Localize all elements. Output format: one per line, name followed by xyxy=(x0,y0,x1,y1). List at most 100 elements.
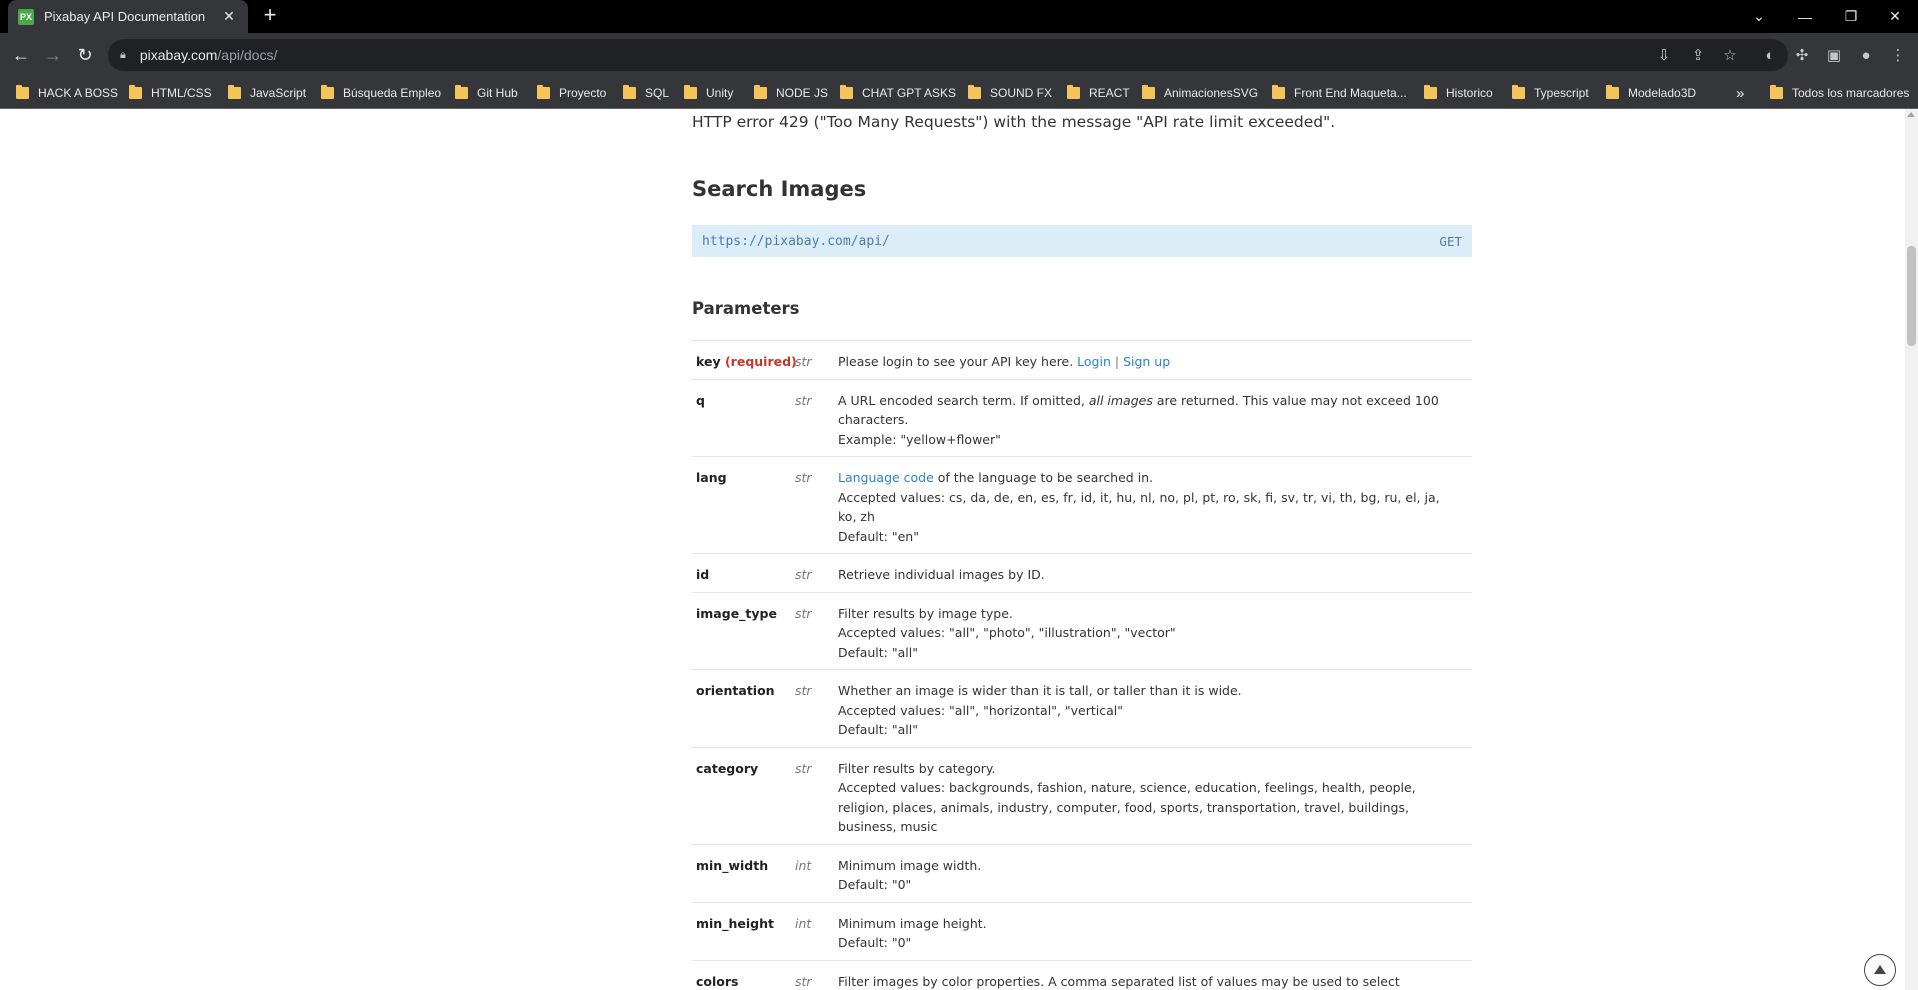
param-type: str xyxy=(795,354,812,369)
param-description: Whether an image is wider than it is tal… xyxy=(838,683,1242,737)
folder-icon xyxy=(968,85,981,99)
bookmarks-overflow-button[interactable]: » xyxy=(1736,83,1744,103)
back-icon[interactable]: ← xyxy=(7,41,35,69)
folder-icon xyxy=(684,85,697,99)
extension-color-icon[interactable]: ◐ xyxy=(1756,41,1784,69)
param-name: category xyxy=(696,760,759,776)
param-description: A URL encoded search term. If omitted, a… xyxy=(838,392,1439,447)
bookmark-star-icon[interactable]: ☆ xyxy=(1716,41,1744,69)
restore-button[interactable]: ❐ xyxy=(1828,0,1874,33)
bookmark-folder[interactable]: HTML/CSS xyxy=(129,83,212,103)
parameters-table: key (required) str Please login to see y… xyxy=(692,340,1472,990)
reload-icon[interactable]: ↻ xyxy=(71,41,99,69)
bookmark-folder[interactable]: Unity xyxy=(684,83,733,103)
folder-icon xyxy=(129,85,142,99)
side-panel-icon[interactable]: ▣ xyxy=(1820,41,1848,69)
table-row: key (required) str Please login to see y… xyxy=(692,341,1472,380)
param-name: image_type xyxy=(696,605,777,621)
bookmark-folder[interactable]: Typescript xyxy=(1512,83,1589,103)
bookmarks-bar: HACK A BOSS HTML/CSS JavaScript Búsqueda… xyxy=(0,77,1918,109)
param-description: Filter results by image type. Accepted v… xyxy=(838,605,1176,660)
param-description: Language code of the language to be sear… xyxy=(838,470,1440,544)
tab-title: Pixabay API Documentation xyxy=(44,9,206,24)
profile-avatar[interactable]: ● xyxy=(1852,41,1880,69)
param-description: Minimum image height. Default: "0" xyxy=(838,915,987,951)
param-name: id xyxy=(696,567,710,582)
folder-icon xyxy=(16,85,29,99)
bookmark-folder[interactable]: REACT xyxy=(1067,83,1130,103)
table-row: colors str Filter images by color proper… xyxy=(692,961,1472,990)
tab-search-icon[interactable]: ⌄ xyxy=(1736,0,1782,33)
bookmark-folder[interactable]: Búsqueda Empleo xyxy=(321,83,441,103)
arrow-up-icon xyxy=(1874,964,1886,974)
folder-icon xyxy=(623,85,636,99)
address-bar[interactable]: 🔒︎ pixabay.com/api/docs/ xyxy=(108,39,1788,71)
lock-icon[interactable]: 🔒︎ xyxy=(120,49,126,62)
tab-strip: PX Pixabay API Documentation ✕ + ⌄ — ❐ ✕ xyxy=(0,0,1918,33)
folder-icon xyxy=(455,85,468,99)
table-row: image_type str Filter results by image t… xyxy=(692,593,1472,670)
bookmark-folder[interactable]: Historico xyxy=(1424,83,1493,103)
folder-icon xyxy=(754,85,767,99)
table-row: min_height int Minimum image height. Def… xyxy=(692,903,1472,961)
folder-icon xyxy=(537,85,550,99)
endpoint-method: GET xyxy=(1439,233,1462,249)
bookmark-folder[interactable]: SQL xyxy=(623,83,669,103)
close-tab-icon[interactable]: ✕ xyxy=(220,8,238,25)
param-type: str xyxy=(795,760,812,776)
rate-limit-text: HTTP error 429 ("Too Many Requests") wit… xyxy=(692,113,1336,131)
browser-menu-icon[interactable]: ⋮ xyxy=(1884,41,1912,69)
close-window-button[interactable]: ✕ xyxy=(1872,0,1918,33)
param-name: lang xyxy=(696,470,727,485)
endpoint-url: https://pixabay.com/api/ xyxy=(702,233,890,249)
bookmark-folder[interactable]: Proyecto xyxy=(537,83,606,103)
install-app-icon[interactable]: ⇩ xyxy=(1650,41,1678,69)
folder-icon xyxy=(1606,85,1619,99)
bookmark-folder[interactable]: Modelado3D xyxy=(1606,83,1696,103)
param-type: int xyxy=(795,915,812,931)
bookmark-folder[interactable]: JavaScript xyxy=(228,83,306,103)
new-tab-button[interactable]: + xyxy=(258,4,282,28)
all-bookmarks-folder[interactable]: Todos los marcadores xyxy=(1770,83,1909,103)
language-code-link[interactable]: Language code xyxy=(838,470,934,485)
page-scrollbar[interactable] xyxy=(1905,109,1918,990)
param-name: key (required) xyxy=(696,354,797,369)
table-row: q str A URL encoded search term. If omit… xyxy=(692,380,1472,457)
param-description: Minimum image width. Default: "0" xyxy=(838,857,982,893)
param-type: str xyxy=(795,470,812,485)
param-name: colors xyxy=(696,973,739,989)
scrollbar-thumb[interactable] xyxy=(1907,246,1916,346)
parameters-heading: Parameters xyxy=(692,299,800,318)
page-content: HTTP error 429 ("Too Many Requests") wit… xyxy=(0,109,1905,990)
scroll-up-arrow-icon[interactable] xyxy=(1907,112,1915,117)
bookmark-folder[interactable]: AnimacionesSVG xyxy=(1142,83,1258,103)
endpoint-box: https://pixabay.com/api/ GET xyxy=(692,225,1472,257)
bookmark-folder[interactable]: CHAT GPT ASKS xyxy=(840,83,956,103)
param-name: min_height xyxy=(696,915,774,931)
back-to-top-button[interactable] xyxy=(1864,954,1896,986)
folder-icon xyxy=(1424,85,1437,99)
folder-icon xyxy=(321,85,334,99)
forward-icon[interactable]: → xyxy=(39,41,67,69)
bookmark-folder[interactable]: Front End Maqueta... xyxy=(1272,83,1407,103)
bookmark-folder[interactable]: SOUND FX xyxy=(968,83,1052,103)
folder-icon xyxy=(840,85,853,99)
table-row: lang str Language code of the language t… xyxy=(692,457,1472,554)
param-type: str xyxy=(795,392,812,408)
param-type: str xyxy=(795,567,812,582)
bookmark-folder[interactable]: Git Hub xyxy=(455,83,518,103)
required-label: (required) xyxy=(724,354,797,369)
extensions-puzzle-icon[interactable]: ✣ xyxy=(1788,41,1816,69)
signup-link[interactable]: Sign up xyxy=(1123,354,1170,369)
browser-tab[interactable]: PX Pixabay API Documentation ✕ xyxy=(8,0,248,33)
table-row: id str Retrieve individual images by ID. xyxy=(692,554,1472,593)
bookmark-folder[interactable]: NODE JS xyxy=(754,83,828,103)
share-icon[interactable]: ⇪ xyxy=(1684,41,1712,69)
url-path: /api/docs/ xyxy=(217,47,278,63)
folder-icon xyxy=(1512,85,1525,99)
login-link[interactable]: Login xyxy=(1077,354,1111,369)
param-type: str xyxy=(795,973,812,989)
minimize-button[interactable]: — xyxy=(1782,0,1828,33)
bookmark-folder[interactable]: HACK A BOSS xyxy=(16,83,118,103)
param-type: int xyxy=(795,857,812,873)
